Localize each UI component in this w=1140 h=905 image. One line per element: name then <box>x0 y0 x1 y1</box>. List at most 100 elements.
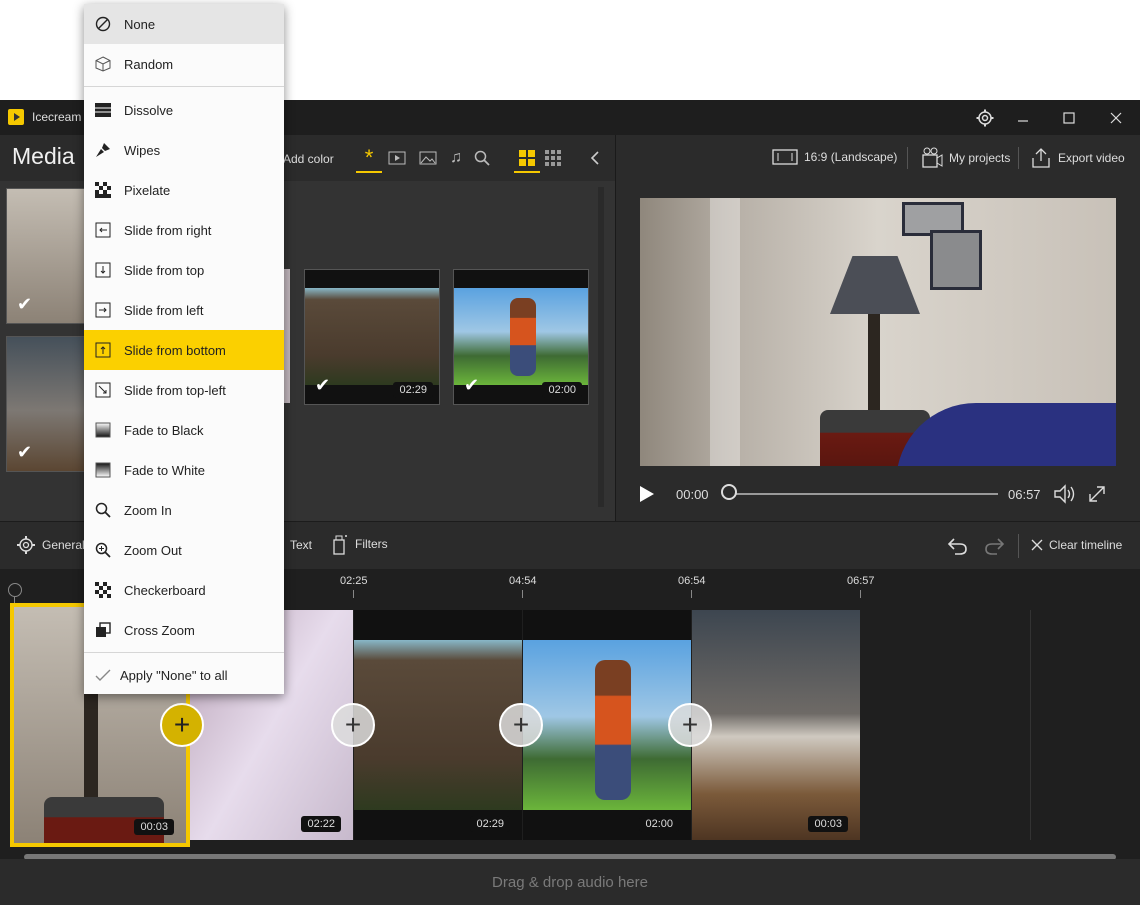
add-color-button[interactable]: Add color <box>283 152 334 166</box>
text-label: Text <box>290 538 313 552</box>
grid-large-view-icon[interactable] <box>514 145 540 173</box>
menu-item-slide-bottom-selected[interactable]: Slide from bottom <box>84 330 284 370</box>
timeline-end-marker <box>1030 610 1031 840</box>
menu-item-zoom-out[interactable]: Zoom Out <box>84 530 284 570</box>
projects-camera-icon <box>922 147 943 168</box>
my-projects-button[interactable]: My projects <box>921 147 1010 169</box>
transition-add-button[interactable]: + <box>331 703 375 747</box>
menu-item-label: Slide from bottom <box>124 342 226 358</box>
tick-mark <box>691 590 692 598</box>
media-thumb-cartoon[interactable]: ✔ 02:00 <box>453 269 589 405</box>
fade-black-icon <box>94 421 112 439</box>
separator <box>1018 147 1019 169</box>
menu-item-slide-top-left[interactable]: Slide from top-left <box>84 370 284 410</box>
plus-icon: + <box>681 709 699 740</box>
menu-item-slide-left[interactable]: Slide from left <box>84 290 284 330</box>
clear-timeline-button[interactable]: Clear timeline <box>1031 538 1122 552</box>
playhead-handle[interactable] <box>8 583 22 597</box>
general-button[interactable]: General <box>16 535 85 555</box>
timeline-clip-room[interactable]: 00:03 <box>692 610 860 840</box>
clear-x-icon <box>1031 539 1043 551</box>
search-icon[interactable] <box>472 148 492 168</box>
seek-handle[interactable] <box>721 484 737 500</box>
check-icon: ✔ <box>315 375 331 395</box>
aspect-ratio-button[interactable]: 16:9 (Landscape) <box>772 149 897 165</box>
menu-item-random[interactable]: Random <box>84 44 284 84</box>
menu-item-cross-zoom[interactable]: Cross Zoom <box>84 610 284 650</box>
menu-item-label: Cross Zoom <box>124 622 195 638</box>
slide-right-icon <box>94 221 112 239</box>
video-filter-icon[interactable] <box>387 148 407 168</box>
my-projects-label: My projects <box>949 151 1011 165</box>
clip-duration: 00:03 <box>134 819 174 835</box>
menu-item-dissolve[interactable]: Dissolve <box>84 90 284 130</box>
transition-add-button-active[interactable]: + <box>160 703 204 747</box>
close-button[interactable] <box>1093 100 1139 135</box>
menu-item-label: Random <box>124 56 174 72</box>
time-tick: 06:54 <box>678 575 706 587</box>
preview-header: 16:9 (Landscape) My projects Export vide… <box>616 135 1140 181</box>
export-video-button[interactable]: Export video <box>1030 147 1125 169</box>
fullscreen-icon[interactable] <box>1086 483 1108 505</box>
transition-add-button[interactable]: + <box>499 703 543 747</box>
media-thumb-lamp[interactable]: ✔ <box>6 188 88 324</box>
menu-item-wipes[interactable]: Wipes <box>84 130 284 170</box>
clear-timeline-label: Clear timeline <box>1049 538 1123 552</box>
duration-badge: 02:00 <box>542 382 582 398</box>
time-tick: 02:25 <box>340 575 368 587</box>
menu-item-label: Slide from left <box>124 302 204 318</box>
menu-item-slide-top[interactable]: Slide from top <box>84 250 284 290</box>
window-title: Icecream <box>32 110 82 124</box>
preview-panel: 00:00 06:57 <box>616 181 1140 521</box>
plus-icon: + <box>344 709 362 740</box>
transition-add-button[interactable]: + <box>668 703 712 747</box>
menu-item-fade-white[interactable]: Fade to White <box>84 450 284 490</box>
text-button[interactable]: Text <box>290 538 312 552</box>
menu-item-slide-right[interactable]: Slide from right <box>84 210 284 250</box>
media-thumb-room[interactable]: ✔ <box>6 336 88 472</box>
menu-item-none[interactable]: None <box>84 4 284 44</box>
menu-item-pixelate[interactable]: Pixelate <box>84 170 284 210</box>
plus-icon: + <box>512 709 530 740</box>
check-icon: ✔ <box>464 375 480 395</box>
filters-button[interactable]: Filters <box>331 533 388 555</box>
menu-item-label: Pixelate <box>124 182 171 198</box>
grid-small-view-icon[interactable] <box>543 148 563 168</box>
redo-icon[interactable] <box>982 534 1008 558</box>
music-filter-icon[interactable]: ♫ <box>446 148 466 168</box>
menu-separator <box>84 652 284 653</box>
zoom-in-icon <box>94 501 112 519</box>
collapse-chevron-left-icon[interactable] <box>585 148 605 168</box>
timeline-clip-fence[interactable]: 02:29 <box>354 610 522 840</box>
media-thumb-fence[interactable]: ✔ 02:29 <box>304 269 440 405</box>
clip-duration: 02:22 <box>301 816 341 832</box>
volume-icon[interactable] <box>1052 483 1078 505</box>
seek-bar[interactable] <box>728 493 998 495</box>
media-scrollbar[interactable] <box>598 187 604 507</box>
tick-mark <box>353 590 354 598</box>
menu-separator <box>84 86 284 87</box>
play-button[interactable] <box>636 483 658 505</box>
time-tick: 06:57 <box>847 575 875 587</box>
menu-item-label: Wipes <box>124 142 161 158</box>
timeline-clip-cartoon-boy[interactable]: 02:00 <box>523 610 691 840</box>
transitions-menu: None Random Dissolve Wipes Pixelate Slid… <box>84 4 284 694</box>
transitions-star-icon[interactable]: * <box>356 145 382 173</box>
minimize-button[interactable] <box>1000 100 1046 135</box>
menu-item-zoom-in[interactable]: Zoom In <box>84 490 284 530</box>
dice-icon <box>94 55 112 73</box>
menu-item-label: Fade to White <box>124 462 205 478</box>
tick-mark <box>522 590 523 598</box>
undo-icon[interactable] <box>944 534 970 558</box>
preview-video[interactable] <box>640 198 1116 466</box>
apply-to-all-button[interactable]: Apply "None" to all <box>84 655 284 695</box>
maximize-button[interactable] <box>1046 100 1092 135</box>
slide-bottom-icon <box>94 341 112 359</box>
total-time: 06:57 <box>1008 487 1041 502</box>
clip-duration: 02:00 <box>639 816 679 832</box>
separator <box>907 147 908 169</box>
audio-drop-zone[interactable]: Drag & drop audio here <box>0 859 1140 905</box>
menu-item-checkerboard[interactable]: Checkerboard <box>84 570 284 610</box>
image-filter-icon[interactable] <box>418 148 438 168</box>
menu-item-fade-black[interactable]: Fade to Black <box>84 410 284 450</box>
